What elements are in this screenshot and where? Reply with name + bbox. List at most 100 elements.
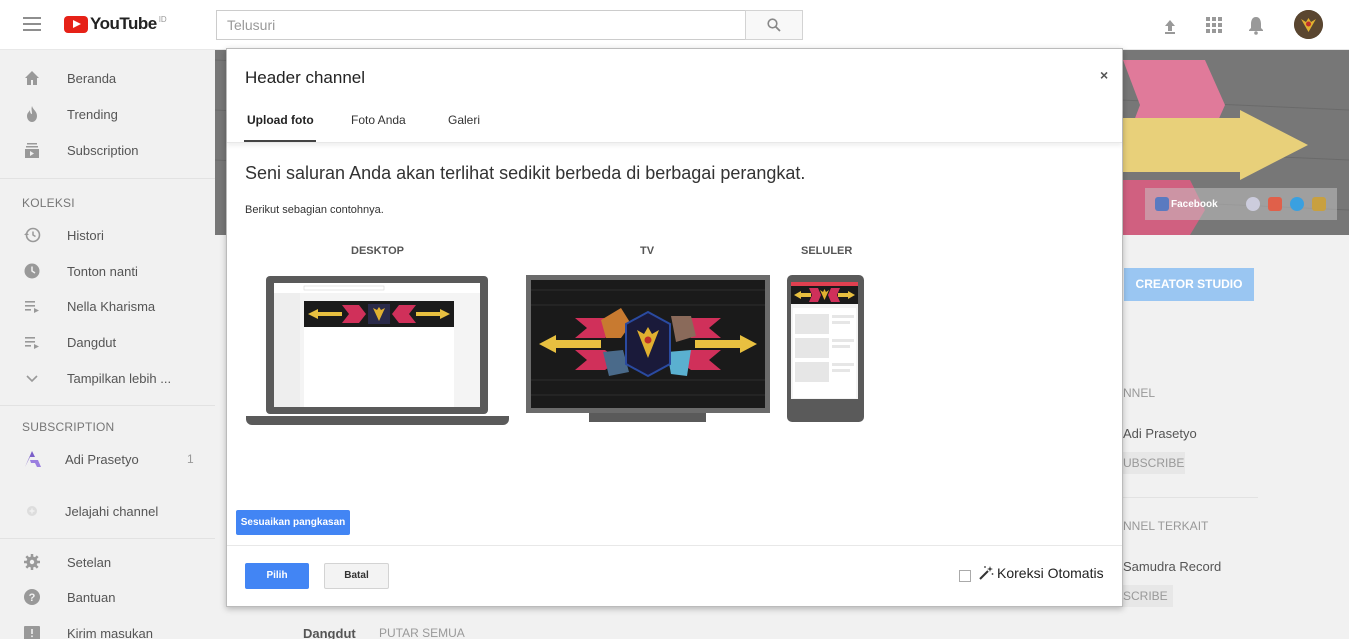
twitter-icon[interactable] [1289, 197, 1304, 211]
active-tab-indicator [244, 140, 316, 142]
search-button[interactable] [745, 10, 803, 40]
tv-preview-screen [531, 280, 765, 408]
subscribe-button[interactable]: SCRIBE [1123, 585, 1173, 607]
sidebar-item-label: Trending [67, 106, 118, 122]
mobile-preview-screen [791, 282, 858, 399]
mobile-label: SELULER [801, 245, 853, 257]
close-icon[interactable]: × [1100, 67, 1108, 83]
sidebar-item-label: Nella Kharisma [67, 298, 156, 314]
sidebar-item-adi-prasetyo[interactable]: Adi Prasetyo 1 [0, 444, 215, 474]
desktop-preview-screen [274, 283, 480, 407]
dialog-tabs: Upload foto Foto Anda Galeri [227, 109, 1122, 143]
playlist-title[interactable]: Dangdut [303, 626, 356, 639]
sidebar-item-histori[interactable]: Histori [0, 220, 215, 250]
svg-text:?: ? [29, 592, 36, 604]
tv-preview [526, 275, 770, 413]
channel-avatar-icon [25, 451, 41, 467]
search-icon [767, 18, 781, 32]
adjust-crop-button[interactable]: Sesuaikan pangkasan [236, 510, 350, 535]
feedback-icon [24, 626, 40, 639]
chevron-down-icon [26, 375, 38, 383]
plus-circle-icon [27, 506, 37, 516]
sidebar-item-dangdut[interactable]: Dangdut [0, 327, 215, 357]
sidebar-item-label: Jelajahi channel [65, 503, 159, 519]
select-button[interactable]: Pilih [245, 563, 309, 589]
auto-correct-label: Koreksi Otomatis [997, 565, 1104, 581]
subscribe-button[interactable]: UBSCRIBE [1123, 452, 1185, 474]
dialog-title: Header channel [245, 68, 366, 87]
creator-studio-button[interactable]: CREATOR STUDIO [1124, 268, 1254, 301]
sidebar-item-trending[interactable]: Trending [0, 99, 215, 129]
sidebar-item-beranda[interactable]: Beranda [0, 63, 215, 93]
channel-logo-icon[interactable] [1311, 197, 1326, 211]
avatar[interactable] [1294, 10, 1323, 39]
upload-icon[interactable] [1159, 14, 1181, 36]
dialog-sub-text: Berikut sebagian contohnya. [245, 204, 384, 216]
sidebar-divider [0, 178, 215, 179]
tv-preview-stand [589, 413, 706, 422]
sidebar-item-browse-channels[interactable]: Jelajahi channel [0, 496, 215, 526]
menu-icon[interactable] [23, 17, 41, 31]
apps-icon[interactable] [1203, 14, 1225, 36]
logo-region: ID [158, 14, 167, 24]
youtube-logo[interactable]: YouTube ID [64, 14, 167, 34]
youtube-play-icon [64, 15, 88, 33]
bell-icon[interactable] [1245, 14, 1267, 36]
sidebar-item-setelan[interactable]: Setelan [0, 547, 215, 577]
play-all-link[interactable]: PUTAR SEMUA [379, 626, 465, 639]
dialog-lead-text: Seni saluran Anda akan terlihat sedikit … [245, 163, 806, 183]
sidebar-item-label: Setelan [67, 554, 112, 570]
history-icon [24, 227, 41, 243]
playlist-icon [25, 337, 39, 349]
search-input[interactable]: Telusuri [216, 10, 746, 40]
sidebar-item-label: Tonton nanti [67, 263, 138, 279]
right-divider [1100, 497, 1258, 498]
playlist-icon [25, 301, 39, 313]
banner-social-links: Facebook [1145, 188, 1337, 220]
sidebar-item-kirim-masukan[interactable]: Kirim masukan [0, 618, 215, 639]
auto-correct-checkbox[interactable] [959, 570, 971, 582]
desktop-label: DESKTOP [351, 245, 404, 257]
sidebar-item-tonton-nanti[interactable]: Tonton nanti [0, 256, 215, 286]
flame-icon [27, 106, 37, 122]
channel-name[interactable]: Adi Prasetyo [1123, 426, 1197, 441]
clock-icon [24, 263, 40, 279]
tv-label: TV [640, 245, 655, 257]
related-heading: NNEL TERKAIT [1123, 519, 1209, 533]
desktop-preview-base [246, 416, 509, 425]
sidebar-item-label: Bantuan [67, 589, 116, 605]
sidebar-item-label: Subscription [67, 142, 139, 158]
globe-icon[interactable] [1245, 197, 1260, 211]
subscriptions-icon [25, 143, 39, 158]
tab-upload-foto[interactable]: Upload foto [247, 113, 314, 127]
sidebar-divider [0, 405, 215, 406]
cancel-button[interactable]: Batal [324, 563, 389, 589]
channel-heading: NNEL [1123, 386, 1156, 400]
sidebar-divider [0, 538, 215, 539]
channel-header-dialog: Header channel × Upload foto Foto Anda G… [226, 48, 1123, 607]
koleksi-heading: KOLEKSI [22, 196, 75, 210]
sidebar-item-nella-kharisma[interactable]: Nella Kharisma [0, 291, 215, 321]
sidebar-item-label: Histori [67, 227, 104, 243]
sidebar-item-label: Tampilkan lebih ... [67, 370, 172, 386]
logo-text: YouTube [90, 14, 157, 33]
sidebar-item-show-more[interactable]: Tampilkan lebih ... [0, 363, 215, 393]
related-channel-name[interactable]: Samudra Record [1123, 559, 1221, 574]
sidebar-item-label: Beranda [67, 70, 117, 86]
mobile-preview [787, 275, 864, 422]
facebook-icon[interactable] [1155, 197, 1169, 211]
facebook-link[interactable]: Facebook [1171, 199, 1218, 210]
desktop-preview [266, 276, 488, 414]
sidebar-item-bantuan[interactable]: ? Bantuan [0, 582, 215, 612]
gear-icon [24, 554, 40, 570]
google-plus-icon[interactable] [1267, 197, 1282, 211]
subscription-heading: SUBSCRIPTION [22, 420, 115, 434]
sidebar-item-label: Adi Prasetyo [65, 451, 139, 467]
auto-correct-option[interactable]: Koreksi Otomatis [978, 565, 1104, 581]
sidebar-item-label: Kirim masukan [67, 625, 153, 639]
magic-wand-icon [979, 566, 994, 580]
sidebar-item-subscription[interactable]: Subscription [0, 135, 215, 165]
subscription-count: 1 [187, 452, 194, 466]
tab-galeri[interactable]: Galeri [448, 113, 480, 127]
tab-foto-anda[interactable]: Foto Anda [351, 113, 406, 127]
